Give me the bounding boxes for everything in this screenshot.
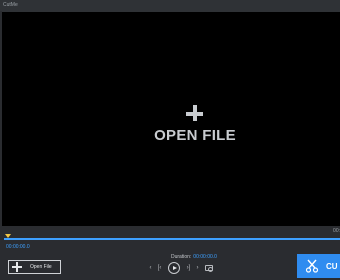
open-file-label: OPEN FILE [154, 127, 236, 144]
prev-frame-button[interactable]: ‹ [146, 262, 155, 274]
end-time: 00: [333, 228, 340, 234]
title-bar: CutMe [0, 0, 340, 11]
open-file-area[interactable]: OPEN FILE [150, 104, 240, 144]
playhead-marker[interactable] [5, 234, 11, 238]
open-file-button[interactable]: Open File [8, 260, 61, 274]
window-title: CutMe [3, 2, 18, 8]
set-end-button[interactable]: ›] [184, 262, 193, 274]
cut-button-label: CU [326, 261, 338, 271]
playback-controls: ‹ [‹ ›] › [146, 262, 213, 274]
duration-label: Duration: [171, 254, 192, 260]
camera-icon[interactable] [205, 265, 213, 272]
duration-value: 00:00:00.0 [193, 254, 217, 260]
play-icon[interactable] [168, 262, 180, 274]
video-viewport[interactable]: OPEN FILE [2, 11, 340, 226]
plus-icon [185, 104, 205, 124]
timeline-track[interactable] [4, 238, 340, 240]
set-start-button[interactable]: [‹ [155, 262, 164, 274]
duration-readout: Duration: 00:00:00.0 [171, 254, 217, 260]
next-frame-button[interactable]: › [193, 262, 202, 274]
app-window: CutMe OPEN FILE 00: 00:00:00.0 Open File… [0, 0, 340, 280]
scissors-icon [305, 259, 319, 273]
cut-button[interactable]: CU [297, 254, 340, 278]
start-time: 00:00:00.0 [6, 244, 30, 250]
open-file-button-label: Open File [30, 264, 52, 270]
plus-icon [12, 262, 22, 272]
